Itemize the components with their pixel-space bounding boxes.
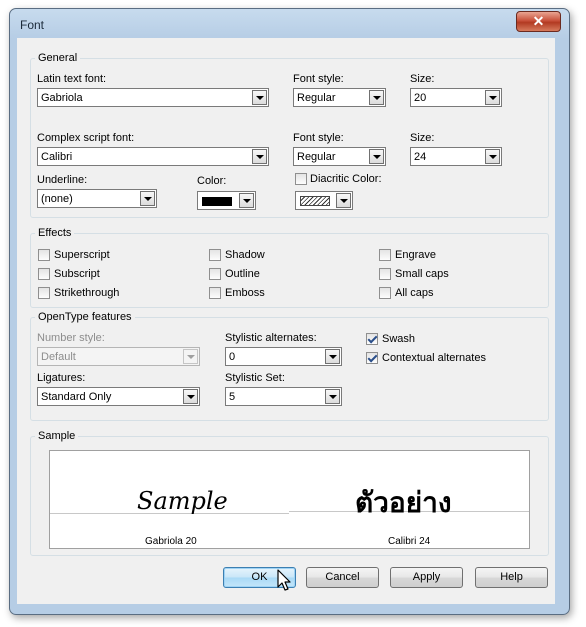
superscript-label: Superscript bbox=[54, 249, 110, 261]
chevron-down-icon[interactable] bbox=[239, 193, 254, 208]
latin-size-label: Size: bbox=[410, 73, 435, 85]
sample-complex-text: ตัวอย่าง bbox=[355, 486, 452, 519]
stylistic-alternates-value: 0 bbox=[229, 351, 236, 363]
chevron-down-icon[interactable] bbox=[252, 90, 267, 105]
small-caps-checkbox[interactable] bbox=[379, 268, 391, 280]
chevron-down-icon[interactable] bbox=[369, 149, 384, 164]
chevron-down-icon[interactable] bbox=[183, 349, 198, 364]
all-caps-label: All caps bbox=[395, 287, 434, 299]
shadow-label: Shadow bbox=[225, 249, 265, 261]
latin-size-value: 20 bbox=[414, 92, 427, 104]
help-button[interactable]: Help bbox=[475, 567, 548, 588]
complex-font-label: Complex script font: bbox=[37, 132, 135, 144]
sample-latin-caption: Gabriola 20 bbox=[145, 536, 197, 547]
underline-label: Underline: bbox=[37, 174, 88, 186]
underline-select[interactable]: (none) bbox=[37, 189, 157, 208]
contextual-alternates-label: Contextual alternates bbox=[382, 352, 486, 364]
stylistic-set-select[interactable]: 5 bbox=[225, 387, 342, 406]
small-caps-label: Small caps bbox=[395, 268, 449, 280]
latin-style-value: Regular bbox=[297, 92, 336, 104]
chevron-down-icon[interactable] bbox=[140, 191, 155, 206]
outline-label: Outline bbox=[225, 268, 260, 280]
latin-font-label: Latin text font: bbox=[37, 73, 107, 85]
complex-size-select[interactable]: 24 bbox=[410, 147, 502, 166]
chevron-down-icon[interactable] bbox=[325, 389, 340, 404]
stylistic-set-label: Stylistic Set: bbox=[225, 372, 285, 384]
subscript-checkbox[interactable] bbox=[38, 268, 50, 280]
contextual-alternates-checkbox[interactable] bbox=[366, 352, 378, 364]
chevron-down-icon[interactable] bbox=[183, 389, 198, 404]
complex-font-select[interactable]: Calibri bbox=[37, 147, 269, 166]
engrave-label: Engrave bbox=[395, 249, 436, 261]
strikethrough-checkbox[interactable] bbox=[38, 287, 50, 299]
stylistic-set-value: 5 bbox=[229, 391, 236, 403]
diacritic-color-picker[interactable] bbox=[295, 191, 353, 210]
ligatures-label: Ligatures: bbox=[37, 372, 86, 384]
underline-value: (none) bbox=[41, 193, 73, 205]
subscript-label: Subscript bbox=[54, 268, 100, 280]
effects-legend: Effects bbox=[35, 227, 75, 239]
diacritic-color-checkbox[interactable] bbox=[295, 173, 307, 185]
chevron-down-icon[interactable] bbox=[325, 349, 340, 364]
swash-label: Swash bbox=[382, 333, 416, 345]
superscript-checkbox[interactable] bbox=[38, 249, 50, 261]
swash-checkbox[interactable] bbox=[366, 333, 378, 345]
chevron-down-icon[interactable] bbox=[485, 90, 500, 105]
dialog-content: General Latin text font: Gabriola Font s… bbox=[0, 0, 586, 627]
color-label: Color: bbox=[197, 175, 227, 187]
latin-font-value: Gabriola bbox=[41, 92, 83, 104]
emboss-label: Emboss bbox=[225, 287, 265, 299]
cancel-button[interactable]: Cancel bbox=[306, 567, 379, 588]
sample-latin-text: Sample bbox=[137, 487, 228, 515]
complex-style-label: Font style: bbox=[293, 132, 344, 144]
chevron-down-icon[interactable] bbox=[252, 149, 267, 164]
emboss-checkbox[interactable] bbox=[209, 287, 221, 299]
sample-complex-caption: Calibri 24 bbox=[388, 536, 431, 547]
stylistic-alternates-select[interactable]: 0 bbox=[225, 347, 342, 366]
complex-size-label: Size: bbox=[410, 132, 435, 144]
apply-button[interactable]: Apply bbox=[390, 567, 463, 588]
sample-legend: Sample bbox=[35, 430, 79, 442]
stylistic-alternates-label: Stylistic alternates: bbox=[225, 332, 317, 344]
color-picker[interactable] bbox=[197, 191, 256, 210]
engrave-checkbox[interactable] bbox=[379, 249, 391, 261]
chevron-down-icon[interactable] bbox=[336, 193, 351, 208]
complex-font-value: Calibri bbox=[41, 151, 73, 163]
opentype-legend: OpenType features bbox=[35, 311, 135, 323]
shadow-checkbox[interactable] bbox=[209, 249, 221, 261]
sample-preview: Sample ตัวอย่าง Gabriola 20 Calibri 24 bbox=[49, 450, 530, 549]
all-caps-checkbox[interactable] bbox=[379, 287, 391, 299]
number-style-select[interactable]: Default bbox=[37, 347, 200, 366]
complex-style-select[interactable]: Regular bbox=[293, 147, 386, 166]
complex-style-value: Regular bbox=[297, 151, 336, 163]
mouse-pointer-icon bbox=[277, 569, 291, 591]
color-swatch bbox=[202, 197, 232, 206]
latin-font-select[interactable]: Gabriola bbox=[37, 88, 269, 107]
hatched-swatch-icon bbox=[300, 196, 330, 206]
complex-size-value: 24 bbox=[414, 151, 427, 163]
general-legend: General bbox=[35, 52, 81, 64]
chevron-down-icon[interactable] bbox=[369, 90, 384, 105]
number-style-label: Number style: bbox=[37, 332, 105, 344]
diacritic-color-label: Diacritic Color: bbox=[310, 173, 382, 185]
number-style-value: Default bbox=[41, 351, 76, 363]
chevron-down-icon[interactable] bbox=[485, 149, 500, 164]
strikethrough-label: Strikethrough bbox=[54, 287, 120, 299]
latin-size-select[interactable]: 20 bbox=[410, 88, 502, 107]
ligatures-select[interactable]: Standard Only bbox=[37, 387, 200, 406]
latin-style-label: Font style: bbox=[293, 73, 344, 85]
outline-checkbox[interactable] bbox=[209, 268, 221, 280]
latin-style-select[interactable]: Regular bbox=[293, 88, 386, 107]
ligatures-value: Standard Only bbox=[41, 391, 112, 403]
